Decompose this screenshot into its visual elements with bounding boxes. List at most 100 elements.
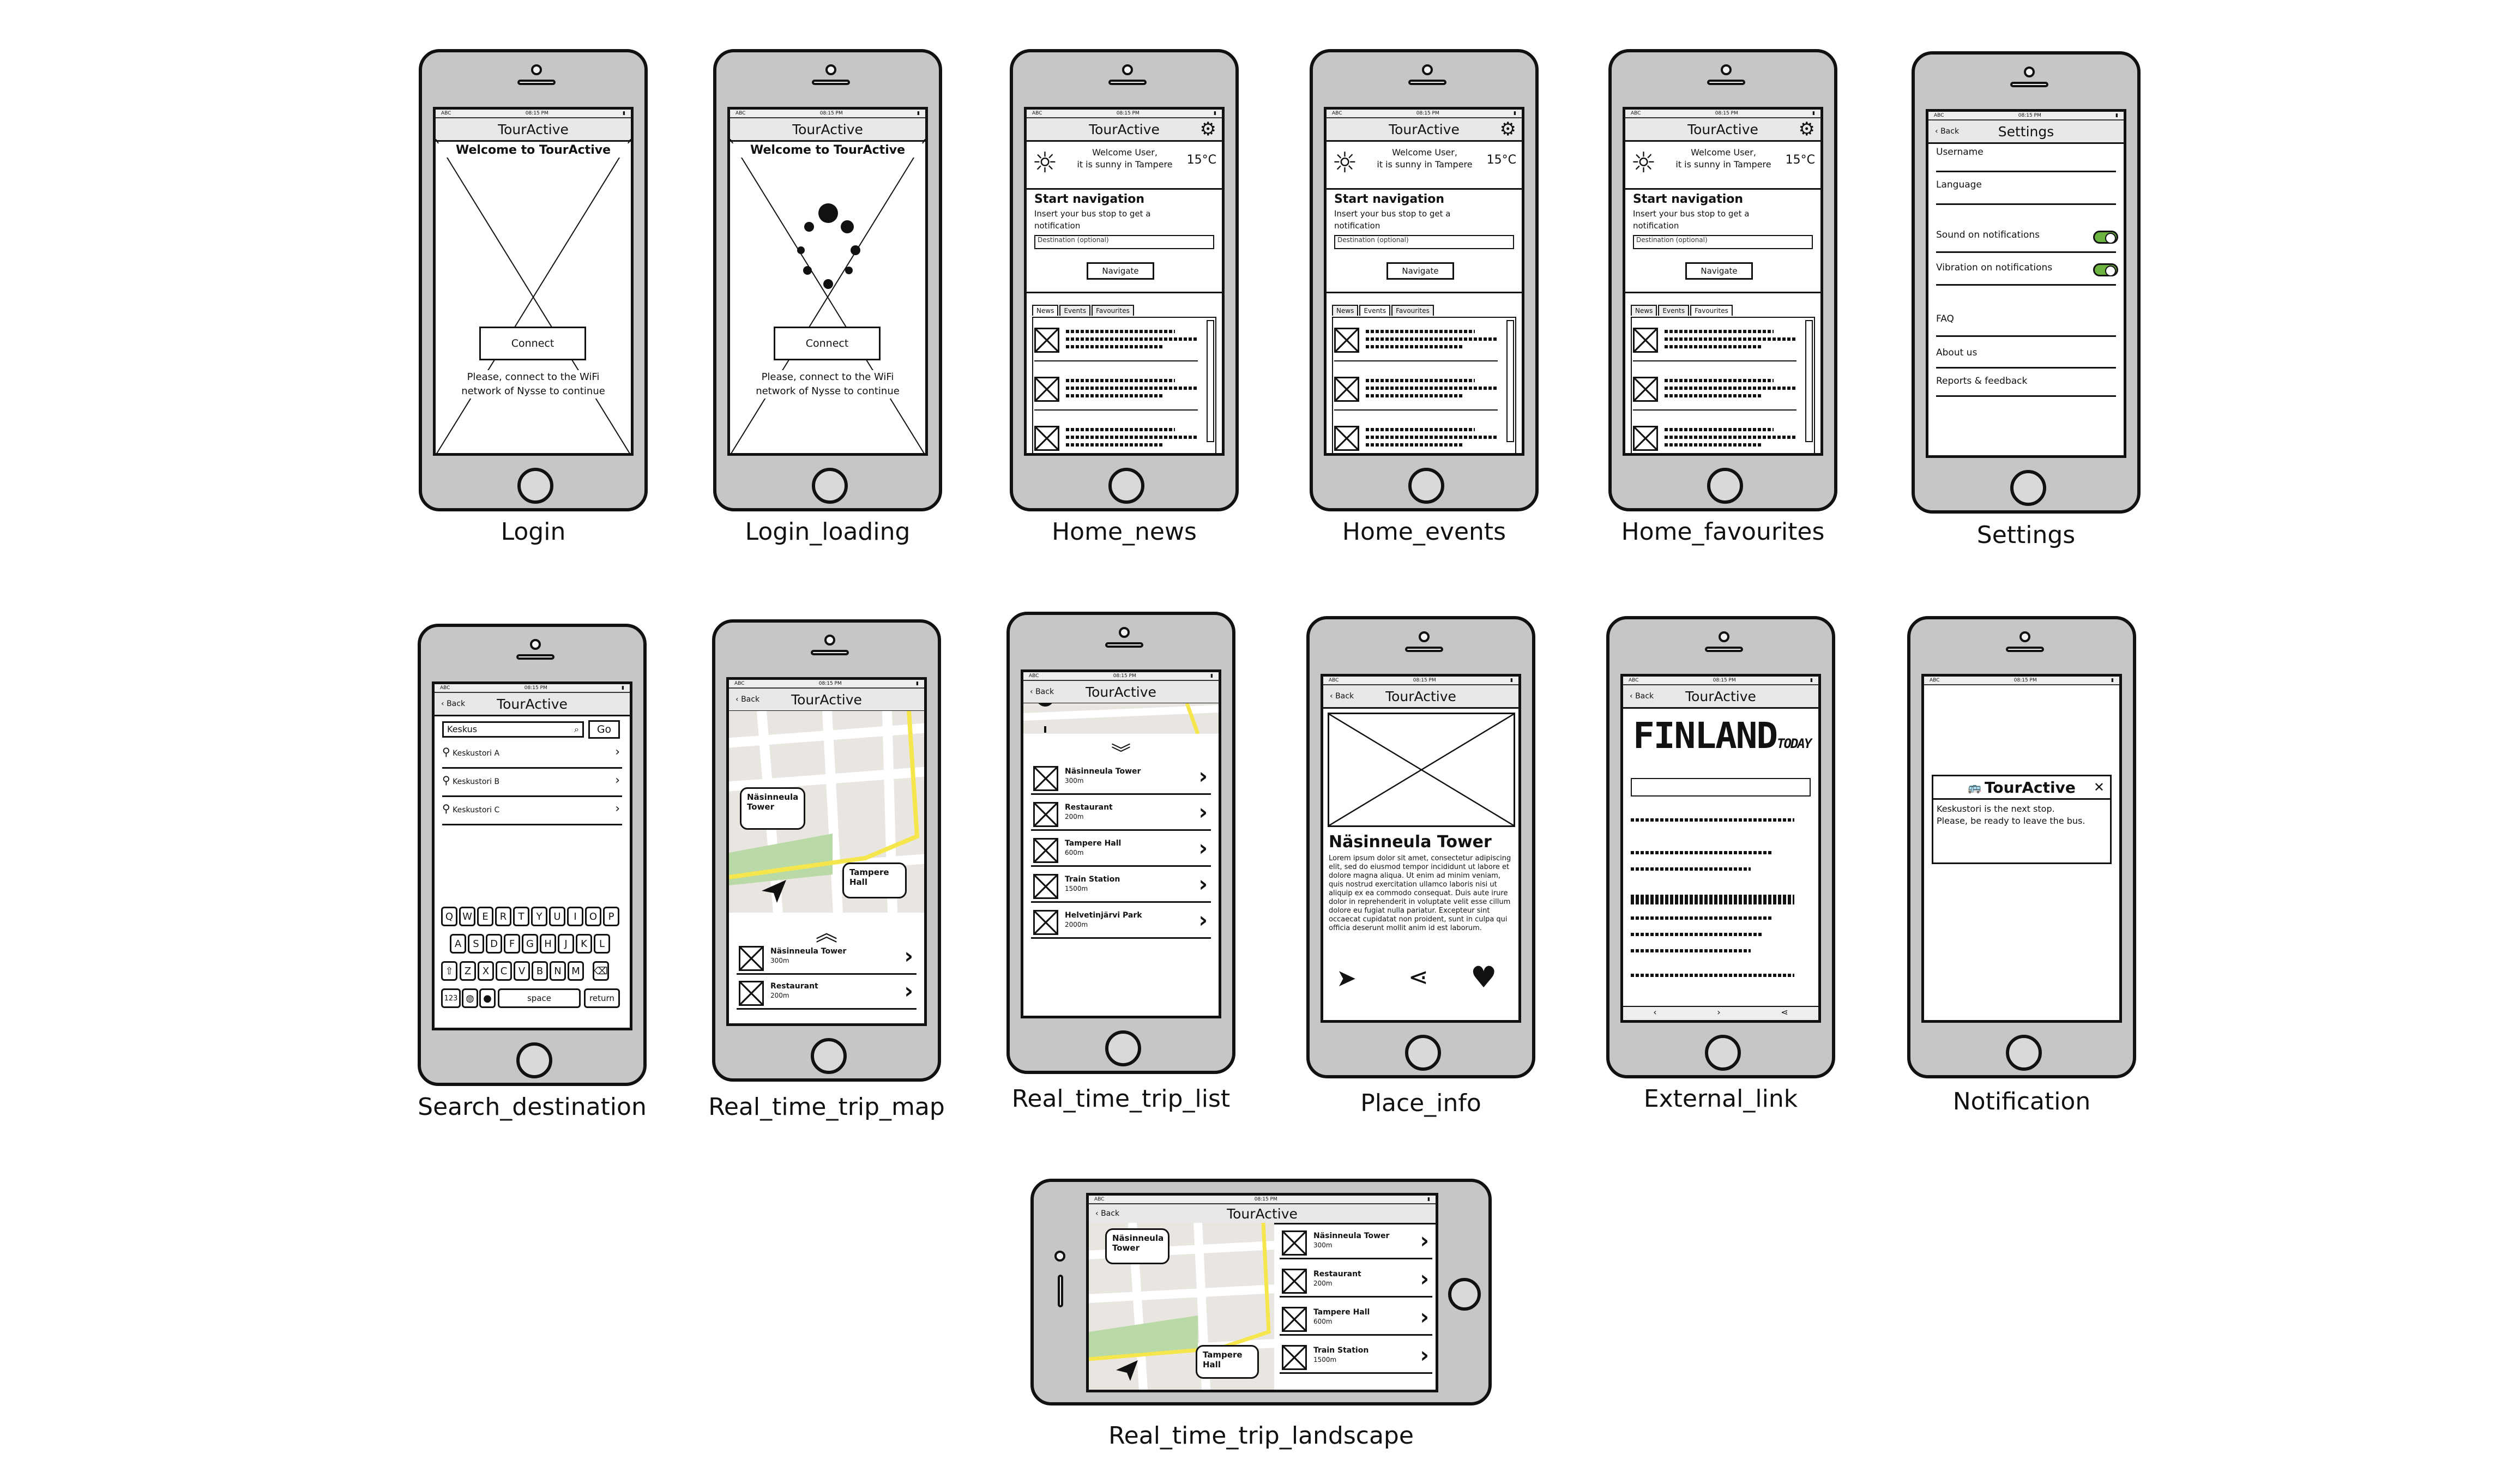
key-o[interactable]: O — [585, 907, 601, 926]
scrollbar[interactable] — [1506, 320, 1514, 442]
tab-favourites[interactable]: Favourites — [1092, 305, 1134, 316]
home-button[interactable] — [812, 468, 848, 504]
key-b[interactable]: B — [532, 961, 548, 981]
home-button[interactable] — [2010, 470, 2046, 506]
mic-key[interactable]: ● — [479, 988, 496, 1008]
map[interactable]: Näsinneula Tower Tampere Hall — [1089, 1223, 1274, 1390]
vibration-toggle[interactable] — [2093, 263, 2118, 276]
space-key[interactable]: space — [498, 988, 581, 1008]
key-l[interactable]: L — [594, 934, 610, 954]
home-button[interactable] — [517, 468, 553, 504]
trip-list-item[interactable]: Helvetinjärvi Park 2000m › — [1031, 907, 1211, 939]
navigate-button[interactable]: Navigate — [1386, 262, 1454, 280]
key-u[interactable]: U — [549, 907, 565, 926]
home-button[interactable] — [1705, 1035, 1741, 1071]
close-icon[interactable]: ✕ — [2094, 780, 2105, 795]
home-button[interactable] — [1405, 1035, 1441, 1071]
map-bubble-hall[interactable]: Tampere Hall — [842, 862, 907, 898]
key-w[interactable]: W — [459, 907, 475, 926]
gear-icon[interactable]: ⚙ — [1200, 120, 1216, 138]
key-y[interactable]: Y — [531, 907, 547, 926]
notification-card[interactable]: 🚌 TourActive ✕ Keskustori is the next sto… — [1932, 775, 2112, 864]
trip-list-item[interactable]: Näsinneula Tower 300m › — [1031, 763, 1211, 795]
scrollbar[interactable] — [1207, 320, 1214, 442]
back-button[interactable]: ‹ Back — [1935, 127, 1959, 136]
home-button[interactable] — [1108, 468, 1144, 504]
back-button[interactable]: ‹ Back — [1630, 692, 1654, 701]
faq-link[interactable]: FAQ — [1936, 313, 2116, 337]
navigate-button[interactable]: Navigate — [1087, 262, 1154, 280]
trip-list-item[interactable]: Tampere Hall 600m › — [1280, 1304, 1432, 1336]
tab-news[interactable]: News — [1631, 305, 1657, 316]
reports-link[interactable]: Reports & feedback — [1936, 376, 2116, 397]
key-p[interactable]: P — [603, 907, 619, 926]
key-k[interactable]: K — [576, 934, 592, 954]
map-bubble-tower[interactable]: Näsinneula Tower — [1105, 1228, 1169, 1264]
trip-list-item[interactable]: Näsinneula Tower 300m › — [737, 943, 917, 975]
go-button[interactable]: Go — [588, 720, 620, 739]
sound-toggle[interactable] — [2093, 231, 2118, 244]
key-g[interactable]: G — [522, 934, 538, 954]
trip-list-item[interactable]: Tampere Hall 600m › — [1031, 835, 1211, 867]
shift-key[interactable]: ⇧ — [441, 961, 457, 981]
trip-list-item[interactable]: Näsinneula Tower 300m › — [1280, 1227, 1432, 1259]
trip-list-item[interactable]: Train Station 1500m › — [1031, 871, 1211, 903]
connect-button[interactable]: Connect — [774, 327, 881, 360]
key-a[interactable]: A — [450, 934, 466, 954]
navigate-icon[interactable]: ➤ — [1336, 964, 1357, 992]
key-j[interactable]: J — [558, 934, 574, 954]
site-banner[interactable] — [1631, 778, 1811, 797]
tab-news[interactable]: News — [1332, 305, 1359, 316]
key-r[interactable]: R — [495, 907, 511, 926]
key-i[interactable]: I — [567, 907, 583, 926]
tab-events[interactable]: Events — [1658, 305, 1690, 316]
key-c[interactable]: C — [496, 961, 512, 981]
map-collapsed[interactable] — [1023, 703, 1219, 734]
key-m[interactable]: M — [568, 961, 584, 981]
tab-events[interactable]: Events — [1059, 305, 1091, 316]
trip-list-item[interactable]: Restaurant 200m › — [737, 978, 917, 1010]
key-q[interactable]: Q — [441, 907, 457, 926]
tab-news[interactable]: News — [1032, 305, 1059, 316]
key-s[interactable]: S — [468, 934, 484, 954]
back-button[interactable]: ‹ Back — [735, 695, 759, 704]
username-field[interactable]: Username — [1936, 147, 2116, 172]
key-v[interactable]: V — [514, 961, 530, 981]
map-bubble-hall[interactable]: Tampere Hall — [1196, 1345, 1259, 1379]
heart-icon[interactable]: ♥ — [1470, 960, 1497, 994]
destination-input[interactable]: Destination (optional) — [1633, 235, 1813, 249]
browser-toolbar[interactable]: ‹ › ⋖ — [1623, 1006, 1818, 1020]
tab-events[interactable]: Events — [1359, 305, 1391, 316]
collapse-down-icon[interactable]: ︾ — [1023, 738, 1219, 766]
map-bubble-tower[interactable]: Näsinneula Tower — [740, 787, 805, 830]
back-button[interactable]: ‹ Back — [1095, 1209, 1119, 1218]
key-t[interactable]: T — [513, 907, 529, 926]
back-button[interactable]: ‹ Back — [1330, 692, 1354, 701]
destination-input[interactable]: Destination (optional) — [1034, 235, 1214, 249]
gear-icon[interactable]: ⚙ — [1799, 120, 1815, 138]
home-button[interactable] — [516, 1042, 552, 1078]
trip-list-item[interactable]: Restaurant 200m › — [1280, 1265, 1432, 1298]
trip-list-item[interactable]: Train Station 1500m › — [1280, 1342, 1432, 1374]
map[interactable]: Näsinneula Tower Tampere Hall — [729, 711, 924, 913]
about-link[interactable]: About us — [1936, 347, 2116, 369]
backspace-key[interactable]: ⌫ — [593, 961, 609, 981]
key-f[interactable]: F — [504, 934, 520, 954]
destination-input[interactable]: Destination (optional) — [1334, 235, 1514, 249]
key-h[interactable]: H — [540, 934, 556, 954]
key-n[interactable]: N — [550, 961, 566, 981]
home-button[interactable] — [1448, 1278, 1481, 1311]
trip-list-item[interactable]: Restaurant 200m › — [1031, 799, 1211, 831]
home-button[interactable] — [811, 1038, 847, 1074]
back-button[interactable]: ‹ Back — [441, 699, 465, 708]
numbers-key[interactable]: 123 — [441, 988, 461, 1008]
home-button[interactable] — [1707, 468, 1743, 504]
home-button[interactable] — [1105, 1030, 1141, 1066]
language-field[interactable]: Language — [1936, 179, 2116, 205]
key-d[interactable]: D — [486, 934, 502, 954]
globe-key[interactable]: ◍ — [462, 988, 478, 1008]
tab-favourites[interactable]: Favourites — [1690, 305, 1733, 316]
search-result[interactable]: ⚲ Keskustori C › — [442, 802, 622, 825]
key-e[interactable]: E — [477, 907, 493, 926]
scrollbar[interactable] — [1805, 320, 1813, 442]
